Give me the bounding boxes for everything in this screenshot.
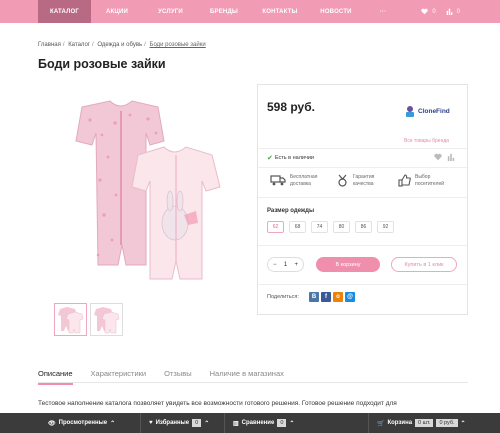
divider [258,284,467,285]
feature-delivery-line2: доставка [290,181,311,187]
cart-section[interactable]: 🛒 Корзина 0 шт. 0 руб. ⌃ [377,413,466,433]
quantity-minus-button[interactable]: − [273,262,277,268]
heart-icon[interactable] [434,153,442,161]
feature-choice-line1: Выбор [415,174,431,180]
nav-item-catalog[interactable]: КАТАЛОГ [38,0,91,23]
product-price: 598 руб. [267,100,315,114]
feature-delivery: Бесплатная доставка [270,174,317,188]
buy-one-click-button[interactable]: Купить в 1 клик [391,257,457,272]
cart-icon: 🛒 [377,420,385,427]
compare-icon[interactable] [446,8,453,15]
size-option[interactable]: 74 [311,221,328,233]
brand-logo[interactable]: CloneFind [404,105,450,117]
feature-quality: Гарантия качества [336,174,374,188]
odnoklassniki-icon[interactable]: o [333,292,343,302]
divider [258,245,467,246]
breadcrumb: Главная / Каталог / Одежда и обувь / Боди р… [38,42,206,48]
quantity-value[interactable]: 1 [284,262,287,268]
size-option[interactable]: 68 [289,221,306,233]
mail-icon[interactable]: @ [345,292,355,302]
divider [258,148,467,149]
product-thumbnail-1[interactable] [54,303,87,336]
compare-icon[interactable] [447,153,455,161]
chevron-up-icon: ⌃ [289,420,295,427]
compare-label: Сравнение [241,420,275,426]
truck-icon [270,175,286,186]
compare-count: 0 [456,8,460,15]
feature-choice: Выбор посетителей [398,174,444,188]
bottom-bar: 👁 Просмотренные ⌃ ♥ Избранные 0 ⌃ ▥ Срав… [0,413,500,433]
compare-count: 0 [277,419,287,427]
size-option[interactable]: 62 [267,221,284,233]
cart-sum: 0 руб. [436,419,458,427]
chevron-up-icon: ⌃ [110,420,116,427]
size-option[interactable]: 92 [377,221,394,233]
chevron-up-icon: ⌃ [204,420,210,427]
nav-item-services[interactable]: УСЛУГИ [143,0,198,23]
size-label: Размер одежды [267,208,315,214]
bottom-divider [140,413,141,433]
viewed-label: Просмотренные [58,420,108,426]
breadcrumb-current: Боди розовые зайки [149,42,206,48]
bottom-divider [224,413,225,433]
feature-quality-line1: Гарантия [353,174,375,180]
size-selector: 62 68 74 80 86 92 [267,221,394,233]
heart-icon: ♥ [149,420,153,426]
brand-name: CloneFind [418,107,450,115]
vk-icon[interactable]: B [309,292,319,302]
cart-label: Корзина [387,420,413,426]
heart-icon[interactable] [421,8,428,15]
share-buttons: B f o @ [309,292,355,302]
breadcrumb-separator: / [92,42,94,48]
favorites-count: 0 [192,419,202,427]
check-icon: ✔ [267,155,273,162]
cart-count: 0 шт. [415,419,434,427]
size-option[interactable]: 80 [333,221,350,233]
favorites-label: Избранные [155,420,190,426]
facebook-icon[interactable]: f [321,292,331,302]
feature-delivery-line1: Бесплатная [290,174,318,180]
product-description: Тестовое наполнение каталога позволяет у… [38,400,397,407]
page-title: Боди розовые зайки [38,57,166,71]
product-image[interactable] [60,95,230,285]
compare-icon: ▥ [233,420,239,427]
brand-logo-icon [406,106,414,117]
feature-quality-line2: качества [353,181,374,187]
thumbs-up-icon [398,174,411,187]
favorites-section[interactable]: ♥ Избранные 0 ⌃ [149,413,224,433]
chevron-up-icon: ⌃ [460,420,466,427]
divider [258,197,467,198]
breadcrumb-clothing[interactable]: Одежда и обувь [97,42,142,48]
nav-item-brands[interactable]: БРЕНДЫ [198,0,250,23]
nav-item-news[interactable]: НОВОСТИ [310,0,362,23]
tabs-divider [38,382,468,383]
size-option[interactable]: 86 [355,221,372,233]
breadcrumb-home[interactable]: Главная [38,42,61,48]
product-thumbnail-2[interactable] [90,303,123,336]
top-nav: КАТАЛОГ АКЦИИ УСЛУГИ БРЕНДЫ КОНТАКТЫ НОВ… [0,0,500,23]
share-label: Поделиться: [267,294,299,300]
stock-label: Есть в наличии [274,155,314,161]
medal-icon [338,174,347,187]
divider [258,167,467,168]
nav-item-more[interactable]: ··· [362,0,404,23]
feature-choice-line2: посетителей [415,181,445,187]
quantity-stepper: − 1 + [267,257,304,272]
purchase-panel: 598 руб. CloneFind Все товары бренда ✔ Е… [257,84,468,315]
nav-item-sales[interactable]: АКЦИИ [91,0,143,23]
quantity-plus-button[interactable]: + [294,262,298,268]
eye-icon: 👁 [48,420,56,427]
nav-item-contacts[interactable]: КОНТАКТЫ [250,0,310,23]
breadcrumb-catalog[interactable]: Каталог [68,42,90,48]
brand-products-link[interactable]: Все товары бренда [404,138,449,144]
breadcrumb-separator: / [62,42,65,48]
bottom-divider [368,413,369,433]
viewed-section[interactable]: 👁 Просмотренные ⌃ [48,413,140,433]
stock-status: ✔ Есть в наличии [267,154,314,162]
add-to-cart-button[interactable]: В корзину [316,257,380,272]
breadcrumb-separator: / [144,42,146,48]
wishlist-count: 0 [432,8,436,15]
compare-section[interactable]: ▥ Сравнение 0 ⌃ [233,413,368,433]
